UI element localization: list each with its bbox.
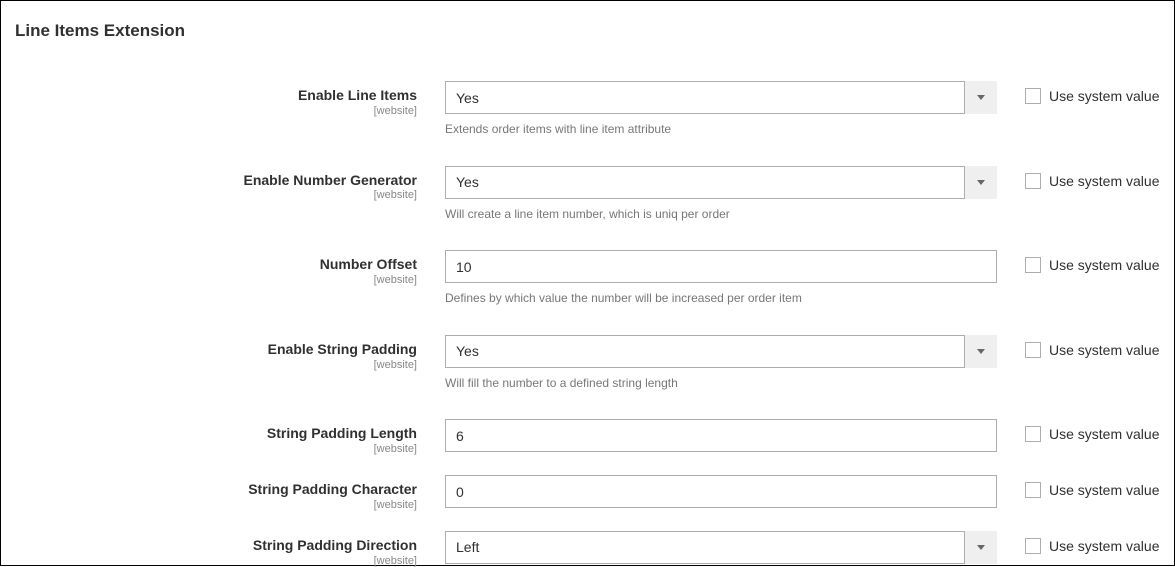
- field-scope: [website]: [15, 274, 417, 286]
- use-system-label[interactable]: Use system value: [1049, 88, 1159, 104]
- field-scope: [website]: [15, 359, 417, 371]
- field-label: Enable Number Generator: [15, 172, 417, 189]
- field-enable-number-generator: Enable Number Generator [website] Will c…: [15, 166, 1160, 223]
- field-label-col: Enable String Padding [website]: [15, 335, 445, 371]
- use-system-col: Use system value: [997, 419, 1159, 442]
- use-system-checkbox[interactable]: [1025, 538, 1041, 554]
- use-system-checkbox[interactable]: [1025, 173, 1041, 189]
- use-system-label[interactable]: Use system value: [1049, 173, 1159, 189]
- field-enable-line-items: Enable Line Items [website] Extends orde…: [15, 81, 1160, 138]
- use-system-col: Use system value: [997, 166, 1159, 189]
- field-label-col: String Padding Character [website]: [15, 475, 445, 511]
- field-label: Enable String Padding: [15, 341, 417, 358]
- field-help: Will create a line item number, which is…: [445, 207, 997, 223]
- string-padding-direction-select[interactable]: [445, 531, 997, 564]
- field-number-offset: Number Offset [website] Defines by which…: [15, 250, 1160, 307]
- number-offset-input[interactable]: [445, 250, 997, 283]
- select-wrap: [445, 531, 997, 564]
- field-label: String Padding Direction: [15, 537, 417, 554]
- field-control-col: Will fill the number to a defined string…: [445, 335, 997, 392]
- field-scope: [website]: [15, 443, 417, 455]
- use-system-label[interactable]: Use system value: [1049, 342, 1159, 358]
- string-padding-character-input[interactable]: [445, 475, 997, 508]
- select-wrap: [445, 166, 997, 199]
- use-system-checkbox[interactable]: [1025, 88, 1041, 104]
- field-label: Number Offset: [15, 256, 417, 273]
- use-system-col: Use system value: [997, 531, 1159, 554]
- use-system-label[interactable]: Use system value: [1049, 538, 1159, 554]
- string-padding-length-input[interactable]: [445, 419, 997, 452]
- use-system-label[interactable]: Use system value: [1049, 426, 1159, 442]
- use-system-label[interactable]: Use system value: [1049, 257, 1159, 273]
- field-control-col: [445, 419, 997, 452]
- use-system-col: Use system value: [997, 475, 1159, 498]
- field-help: Extends order items with line item attri…: [445, 122, 997, 138]
- field-label-col: String Padding Length [website]: [15, 419, 445, 455]
- use-system-col: Use system value: [997, 81, 1159, 104]
- field-label-col: Enable Line Items [website]: [15, 81, 445, 117]
- field-label-col: Enable Number Generator [website]: [15, 166, 445, 202]
- field-label: String Padding Length: [15, 425, 417, 442]
- field-scope: [website]: [15, 499, 417, 511]
- field-scope: [website]: [15, 105, 417, 117]
- field-label-col: String Padding Direction [website]: [15, 531, 445, 567]
- field-enable-string-padding: Enable String Padding [website] Will fil…: [15, 335, 1160, 392]
- field-label-col: Number Offset [website]: [15, 250, 445, 286]
- use-system-col: Use system value: [997, 250, 1159, 273]
- field-control-col: [445, 531, 997, 564]
- use-system-label[interactable]: Use system value: [1049, 482, 1159, 498]
- field-control-col: Extends order items with line item attri…: [445, 81, 997, 138]
- use-system-checkbox[interactable]: [1025, 482, 1041, 498]
- enable-number-generator-select[interactable]: [445, 166, 997, 199]
- field-control-col: Will create a line item number, which is…: [445, 166, 997, 223]
- use-system-checkbox[interactable]: [1025, 342, 1041, 358]
- config-section: Line Items Extension Enable Line Items […: [1, 1, 1174, 567]
- field-label: Enable Line Items: [15, 87, 417, 104]
- field-help: Will fill the number to a defined string…: [445, 376, 997, 392]
- field-control-col: Defines by which value the number will b…: [445, 250, 997, 307]
- field-string-padding-character: String Padding Character [website] Use s…: [15, 475, 1160, 511]
- use-system-checkbox[interactable]: [1025, 257, 1041, 273]
- field-help: Defines by which value the number will b…: [445, 291, 997, 307]
- field-label: String Padding Character: [15, 481, 417, 498]
- field-string-padding-length: String Padding Length [website] Use syst…: [15, 419, 1160, 455]
- use-system-checkbox[interactable]: [1025, 426, 1041, 442]
- enable-string-padding-select[interactable]: [445, 335, 997, 368]
- section-title: Line Items Extension: [15, 21, 1160, 41]
- field-scope: [website]: [15, 189, 417, 201]
- select-wrap: [445, 335, 997, 368]
- field-scope: [website]: [15, 555, 417, 567]
- use-system-col: Use system value: [997, 335, 1159, 358]
- field-control-col: [445, 475, 997, 508]
- enable-line-items-select[interactable]: [445, 81, 997, 114]
- field-string-padding-direction: String Padding Direction [website] Use s…: [15, 531, 1160, 567]
- select-wrap: [445, 81, 997, 114]
